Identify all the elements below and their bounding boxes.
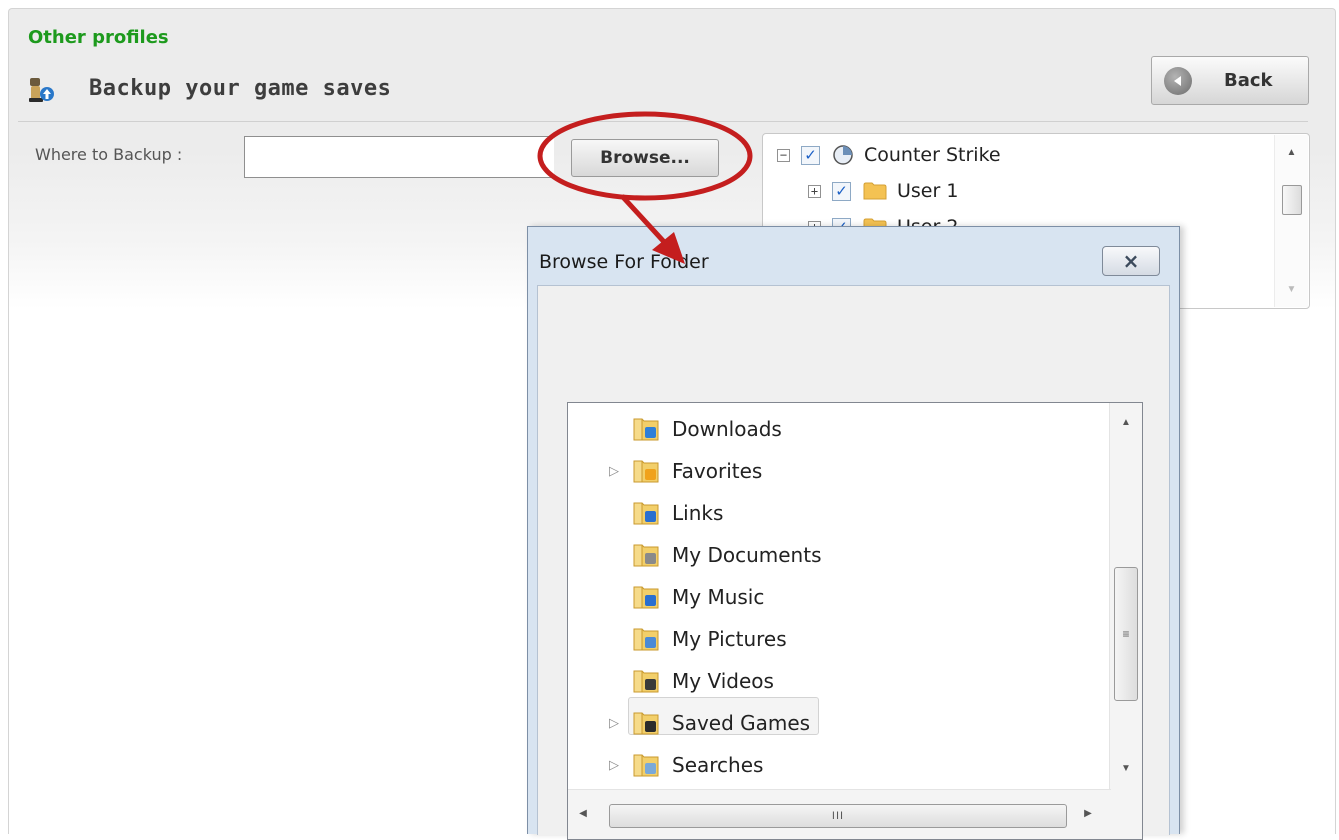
dialog-title: Browse For Folder xyxy=(539,251,709,273)
where-to-backup-label: Where to Backup : xyxy=(35,145,183,164)
scroll-corner xyxy=(1110,790,1142,839)
folder-label: My Documents xyxy=(672,543,822,567)
folder-label: Saved Games xyxy=(672,711,811,735)
folder-item[interactable]: My Videos xyxy=(568,663,774,699)
scroll-up-icon[interactable]: ▲ xyxy=(1275,143,1308,163)
scroll-thumb[interactable]: ≡ xyxy=(1114,567,1138,701)
expand-arrow-icon[interactable]: ▷ xyxy=(604,716,624,731)
folder-item[interactable]: ▷ Saved Games xyxy=(568,705,810,741)
browse-folder-dialog: Browse For Folder × Downloads ▷ Favorites L… xyxy=(527,226,1180,840)
documents-folder-icon xyxy=(633,544,659,567)
folder-item[interactable]: Links xyxy=(568,495,723,531)
music-folder-icon xyxy=(633,586,659,609)
scroll-thumb[interactable]: III xyxy=(609,804,1067,828)
scroll-down-icon[interactable]: ▼ xyxy=(1110,759,1142,779)
browse-button[interactable]: Browse... xyxy=(571,139,719,177)
folder-item[interactable]: My Music xyxy=(568,579,764,615)
tree-scrollbar[interactable]: ▲ ▼ xyxy=(1274,135,1308,307)
back-button-label: Back xyxy=(1224,70,1273,91)
expand-icon[interactable]: + xyxy=(808,184,821,198)
folder-label: My Pictures xyxy=(672,627,787,651)
backup-path-input[interactable] xyxy=(244,136,554,178)
tree-row-game[interactable]: − ✓ Counter Strike xyxy=(777,144,1001,166)
scroll-up-icon[interactable]: ▲ xyxy=(1110,413,1142,433)
checkbox-checked[interactable]: ✓ xyxy=(801,145,820,165)
expand-arrow-icon[interactable]: ▷ xyxy=(604,464,624,479)
expand-arrow-icon[interactable]: ▷ xyxy=(604,758,624,773)
section-title: Other profiles xyxy=(28,27,169,48)
backup-icon xyxy=(29,78,54,102)
header-divider xyxy=(18,121,1308,122)
horizontal-scrollbar[interactable]: ◀ III ▶ xyxy=(568,789,1111,839)
folder-icon xyxy=(863,182,887,200)
tree-row-user[interactable]: + ✓ User 1 xyxy=(808,180,958,202)
scroll-thumb[interactable] xyxy=(1282,185,1302,215)
close-icon: × xyxy=(1122,249,1140,273)
dialog-body: Downloads ▷ Favorites Links My Documents My M… xyxy=(537,285,1170,840)
searches-folder-icon xyxy=(633,754,659,777)
collapse-icon[interactable]: − xyxy=(777,148,790,162)
downloads-folder-icon xyxy=(633,418,659,441)
folder-label: My Videos xyxy=(672,669,774,693)
tree-item-label: Counter Strike xyxy=(864,144,1001,166)
folder-label: Links xyxy=(672,501,724,525)
folder-item[interactable]: Downloads xyxy=(568,411,782,447)
close-button[interactable]: × xyxy=(1102,246,1160,276)
folder-label: Favorites xyxy=(672,459,763,483)
pictures-folder-icon xyxy=(633,628,659,651)
folder-item[interactable]: ▷ Favorites xyxy=(568,453,762,489)
back-arrow-icon xyxy=(1164,66,1192,95)
favorites-folder-icon xyxy=(633,460,659,483)
folder-tree: Downloads ▷ Favorites Links My Documents My M… xyxy=(567,402,1143,840)
tree-item-label: User 1 xyxy=(897,180,959,202)
folder-label: Downloads xyxy=(672,417,782,441)
folder-label: My Music xyxy=(672,585,765,609)
scroll-right-icon[interactable]: ▶ xyxy=(1073,804,1103,824)
folder-item[interactable]: My Pictures xyxy=(568,621,787,657)
page-title: Backup your game saves xyxy=(89,76,392,101)
folder-item[interactable]: ▷ Searches xyxy=(568,747,763,783)
links-folder-icon xyxy=(633,502,659,525)
checkbox-checked[interactable]: ✓ xyxy=(832,181,851,201)
game-icon xyxy=(833,145,853,165)
videos-folder-icon xyxy=(633,670,659,693)
scroll-down-icon[interactable]: ▼ xyxy=(1275,280,1308,300)
folder-label: Searches xyxy=(672,753,764,777)
back-button[interactable]: Back xyxy=(1151,56,1309,105)
folder-item[interactable]: My Documents xyxy=(568,537,821,573)
scroll-left-icon[interactable]: ◀ xyxy=(568,804,598,824)
saved-games-folder-icon xyxy=(633,712,659,735)
vertical-scrollbar[interactable]: ▲ ≡ ▼ xyxy=(1109,403,1142,790)
